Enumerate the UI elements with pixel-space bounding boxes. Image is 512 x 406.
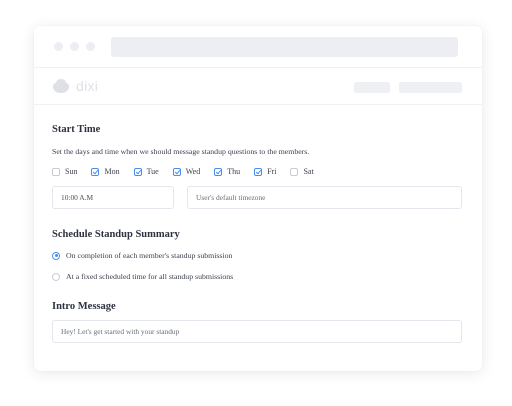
maximize-window-dot[interactable] xyxy=(86,42,95,51)
checkbox-checked-icon[interactable] xyxy=(254,167,263,176)
checkbox-checked-icon[interactable] xyxy=(91,167,100,176)
brand-logo: dixi xyxy=(52,78,98,94)
window-controls xyxy=(54,42,95,51)
day-checkbox-sat[interactable]: Sat xyxy=(290,167,314,176)
address-bar-placeholder xyxy=(111,36,458,57)
brand-name: dixi xyxy=(76,78,99,94)
radio-icon[interactable] xyxy=(52,272,60,281)
weekday-selector: Sun Mon Tue Wed Thu Fri Sat xyxy=(52,167,462,176)
day-checkbox-thu[interactable]: Thu xyxy=(214,167,240,176)
timezone-input[interactable] xyxy=(196,193,461,202)
day-checkbox-wed[interactable]: Wed xyxy=(172,167,201,176)
day-label: Sat xyxy=(303,167,314,176)
radio-selected-icon[interactable] xyxy=(52,251,60,260)
start-time-input[interactable] xyxy=(61,193,173,202)
checkbox-icon[interactable] xyxy=(290,167,299,176)
day-label: Tue xyxy=(146,167,159,176)
timezone-field[interactable] xyxy=(187,186,462,209)
header-action-placeholder xyxy=(399,82,462,93)
summary-option-on-completion[interactable]: On completion of each member's standup s… xyxy=(52,251,462,260)
browser-window: dixi Start Time Set the days and time wh… xyxy=(34,26,482,371)
intro-message-input[interactable] xyxy=(61,327,461,336)
close-window-dot[interactable] xyxy=(54,42,63,51)
checkbox-checked-icon[interactable] xyxy=(172,167,181,176)
checkbox-checked-icon[interactable] xyxy=(214,167,223,176)
day-checkbox-fri[interactable]: Fri xyxy=(254,167,276,176)
checkbox-icon[interactable] xyxy=(52,167,60,176)
summary-option-fixed-time[interactable]: At a fixed scheduled time for all standu… xyxy=(52,272,462,281)
standup-settings-form: Start Time Set the days and time when we… xyxy=(52,124,462,343)
intro-message-field[interactable] xyxy=(52,320,462,343)
dixi-logo-icon xyxy=(53,79,69,93)
day-label: Fri xyxy=(267,167,277,176)
checkbox-checked-icon[interactable] xyxy=(133,167,142,176)
start-time-heading: Start Time xyxy=(52,124,101,135)
day-checkbox-mon[interactable]: Mon xyxy=(91,167,120,176)
start-time-description: Set the days and time when we should mes… xyxy=(52,147,310,156)
header-nav-placeholder xyxy=(354,82,390,93)
day-checkbox-tue[interactable]: Tue xyxy=(133,167,159,176)
day-label: Mon xyxy=(104,167,120,176)
summary-heading: Schedule Standup Summary xyxy=(52,229,180,240)
day-label: Thu xyxy=(227,167,241,176)
minimize-window-dot[interactable] xyxy=(70,42,79,51)
radio-label: On completion of each member's standup s… xyxy=(66,251,233,260)
day-label: Wed xyxy=(185,167,201,176)
day-checkbox-sun[interactable]: Sun xyxy=(52,167,77,176)
app-header: dixi xyxy=(34,67,482,105)
start-time-field[interactable] xyxy=(52,186,174,209)
time-fields-row xyxy=(52,186,462,209)
intro-message-heading: Intro Message xyxy=(52,301,116,312)
day-label: Sun xyxy=(65,167,78,176)
browser-titlebar xyxy=(34,26,482,67)
radio-label: At a fixed scheduled time for all standu… xyxy=(66,272,234,281)
